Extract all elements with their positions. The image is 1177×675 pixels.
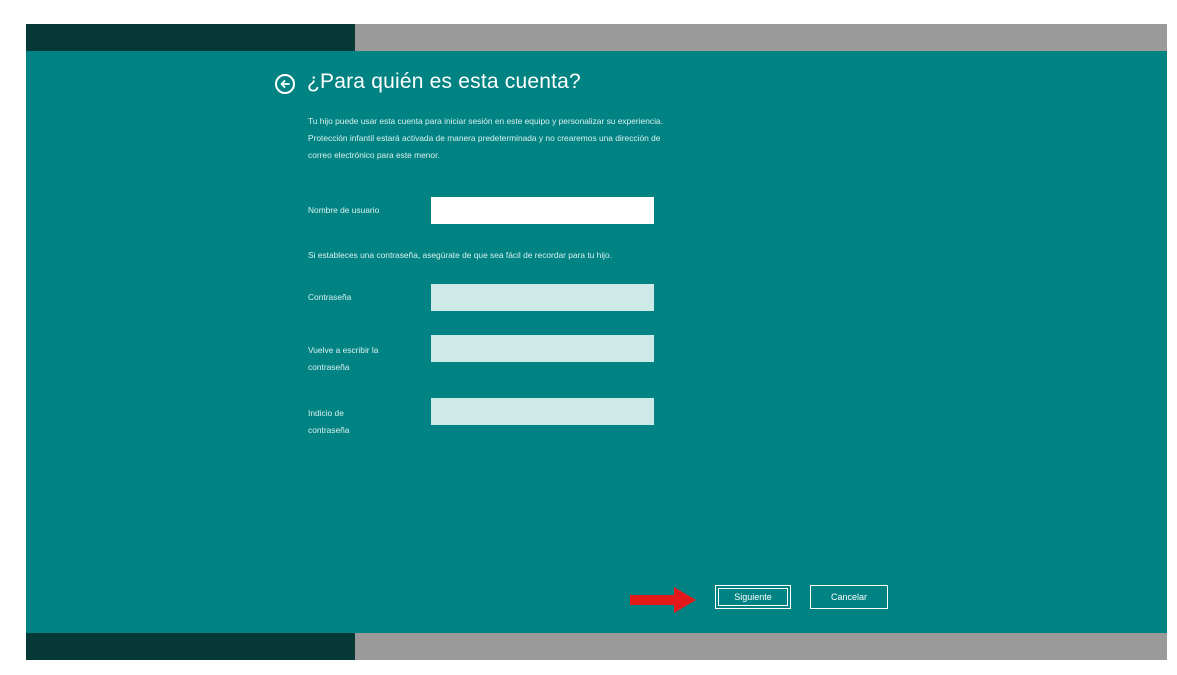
setup-screen: ¿Para quién es esta cuenta? Tu hijo pued… — [26, 24, 1167, 660]
bottom-bar-light-segment — [355, 633, 1167, 660]
back-arrow-icon — [280, 80, 290, 88]
page-title: ¿Para quién es esta cuenta? — [307, 70, 581, 93]
password-note: Si estableces una contraseña, asegúrate … — [308, 250, 613, 260]
page-description: Tu hijo puede usar esta cuenta para inic… — [308, 113, 868, 164]
username-input[interactable] — [431, 197, 654, 224]
password-input[interactable] — [431, 284, 654, 311]
confirm-password-input[interactable] — [431, 335, 654, 362]
password-hint-label-line: Indicio de — [308, 408, 344, 418]
next-button[interactable]: Siguiente — [715, 585, 791, 609]
password-hint-label: Indicio de contraseña — [308, 405, 349, 439]
password-hint-input[interactable] — [431, 398, 654, 425]
password-hint-label-line: contraseña — [308, 425, 350, 435]
confirm-password-label-line: contraseña — [308, 362, 350, 372]
bottom-bar — [26, 633, 1167, 660]
top-bar-dark-segment — [26, 24, 355, 51]
bottom-bar-dark-segment — [26, 633, 355, 660]
password-label: Contraseña — [308, 292, 352, 302]
cancel-button[interactable]: Cancelar — [810, 585, 888, 609]
top-bar-light-segment — [355, 24, 1167, 51]
back-button[interactable] — [275, 74, 295, 94]
top-bar — [26, 24, 1167, 51]
description-line: correo electrónico para este menor. — [308, 150, 440, 160]
confirm-password-label-line: Vuelve a escribir la — [308, 345, 379, 355]
username-label: Nombre de usuario — [308, 205, 380, 215]
red-right-arrow-icon — [630, 587, 696, 613]
description-line: Tu hijo puede usar esta cuenta para inic… — [308, 116, 663, 126]
confirm-password-label: Vuelve a escribir la contraseña — [308, 342, 378, 376]
description-line: Protección infantil estará activada de m… — [308, 133, 661, 143]
